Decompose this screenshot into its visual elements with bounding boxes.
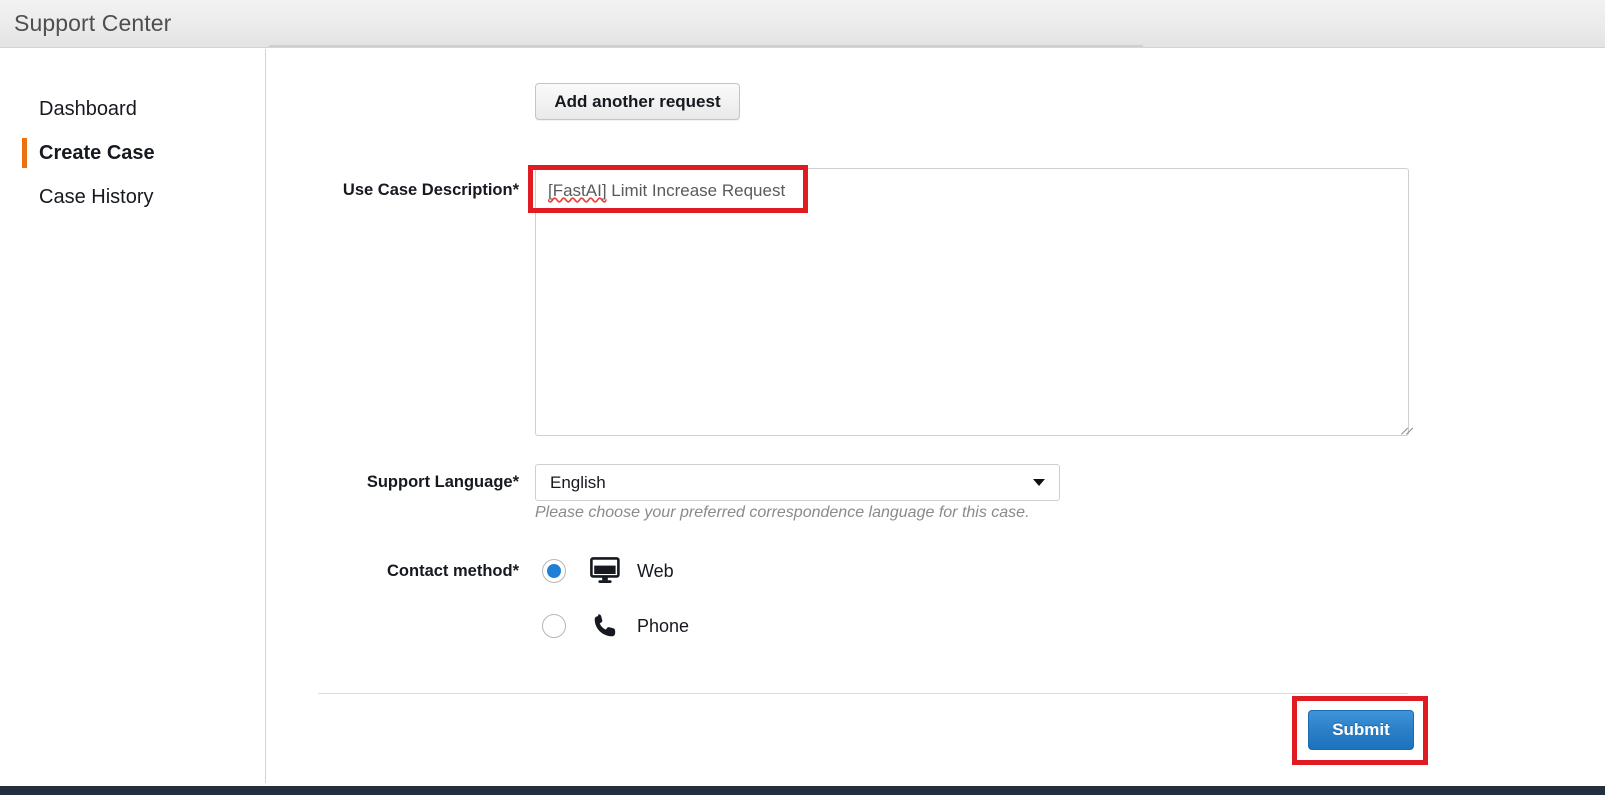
misspelled-token: [FastAI] [548,181,607,200]
sidebar-item-label: Dashboard [39,98,137,121]
contact-method-option-phone[interactable]: Phone [542,612,689,640]
chevron-down-icon [1033,479,1045,486]
page-title: Support Center [14,10,171,37]
contact-method-label: Contact method* [129,562,519,581]
support-center-page: Support Center Dashboard Create Case Cas… [0,0,1605,795]
support-language-helper-text: Please choose your preferred corresponde… [535,504,1030,522]
support-language-select[interactable]: English [535,464,1060,501]
contact-option-label: Web [637,561,674,582]
support-language-value: English [550,473,1033,493]
active-accent-bar [22,138,27,168]
use-case-description-label: Use Case Description* [129,181,519,200]
monitor-icon [582,557,628,585]
app-header: Support Center [0,0,1605,48]
add-another-request-button[interactable]: Add another request [535,83,740,120]
contact-option-label: Phone [637,616,689,637]
footer-bar [0,786,1605,795]
radio-web[interactable] [542,559,566,583]
contact-method-option-web[interactable]: Web [542,557,674,585]
use-case-text-rest: Limit Increase Request [607,181,786,200]
sidebar-item-dashboard[interactable]: Dashboard [0,87,265,131]
form-footer-divider [318,693,1408,694]
radio-phone[interactable] [542,614,566,638]
sidebar-item-label: Create Case [39,142,155,165]
use-case-description-textarea[interactable]: [FastAI] Limit Increase Request [535,168,1409,436]
phone-icon [582,612,628,640]
sidebar: Dashboard Create Case Case History [0,49,266,783]
support-language-label: Support Language* [129,473,519,492]
sidebar-item-create-case[interactable]: Create Case [0,131,265,175]
submit-button[interactable]: Submit [1308,710,1414,750]
scrolled-field-edge [269,45,1143,47]
